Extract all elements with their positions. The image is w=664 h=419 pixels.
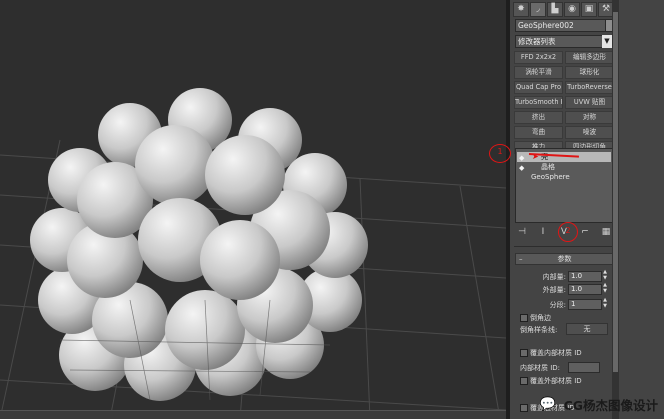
create-tab[interactable]: ✸ — [513, 2, 529, 17]
override-outer-mat-label: 覆盖外部材质 ID — [530, 377, 582, 385]
chevron-down-icon[interactable]: ▼ — [602, 35, 612, 48]
modifier-button[interactable]: 编辑多边形 — [565, 51, 614, 64]
modifier-list-dropdown[interactable]: 修改器列表 — [515, 35, 614, 48]
segments-field[interactable]: 1 — [568, 299, 602, 310]
modifier-button[interactable]: TurboReverse — [565, 81, 614, 94]
modifier-button[interactable]: UVW 贴图 — [565, 96, 614, 109]
watermark: 💬 CG杨杰图像设计 — [540, 395, 658, 414]
rollout-title: 参数 — [557, 255, 572, 263]
bevel-edges-checkbox[interactable] — [520, 314, 528, 322]
object-name-field[interactable]: GeoSphere002 — [515, 19, 607, 32]
annotation-number-1: 1 — [497, 147, 503, 156]
modify-tab[interactable]: ◞ — [530, 2, 546, 17]
modifier-button[interactable]: TurboSmooth Pro — [514, 96, 563, 109]
pin-stack-icon[interactable]: ⊣ — [516, 226, 528, 238]
modifier-button[interactable]: 涡轮平滑 — [514, 66, 563, 79]
annotation-number-2: 2 — [565, 226, 571, 235]
command-panel-tabs: ✸ ◞ ▙ ◉ ▣ ⚒ — [513, 2, 614, 17]
modifier-button[interactable]: FFD 2x2x2 — [514, 51, 563, 64]
geosphere-cluster — [30, 88, 368, 401]
annotation-circle-1: 1 — [489, 144, 511, 163]
modifier-button[interactable]: 对称 — [565, 111, 614, 124]
inner-amount-spinner[interactable]: ▲ ▼ — [602, 269, 608, 281]
watermark-text: CG杨杰图像设计 — [563, 398, 658, 413]
modifier-button[interactable]: 噪波 — [565, 126, 614, 139]
wechat-icon: 💬 — [539, 397, 556, 412]
stack-item-lattice[interactable]: ◆ 晶格 — [517, 162, 611, 172]
bevel-spline-label: 倒角样条线: — [520, 326, 558, 334]
hierarchy-tab[interactable]: ▙ — [547, 2, 563, 17]
modifier-button[interactable]: 弯曲 — [514, 126, 563, 139]
outer-amount-label: 外部量: — [542, 286, 566, 294]
segments-spinner[interactable]: ▲ ▼ — [602, 297, 608, 309]
inner-mat-id-label: 内部材质 ID: — [520, 364, 561, 372]
override-edge-mat-checkbox[interactable] — [520, 404, 528, 412]
override-inner-mat-checkbox[interactable] — [520, 349, 528, 357]
parameters-rollout-header[interactable]: – 参数 — [515, 253, 614, 265]
inner-amount-label: 内部量: — [542, 273, 566, 281]
annotation-circle-2: 2 — [558, 222, 578, 242]
viewport-bottom-bar — [0, 410, 506, 419]
bevel-spline-button[interactable]: 无 — [566, 323, 608, 335]
override-outer-mat-checkbox[interactable] — [520, 377, 528, 385]
motion-icon: ◉ — [568, 4, 576, 14]
viewport-scene — [0, 88, 506, 419]
inner-mat-id-field[interactable] — [568, 362, 600, 373]
modifier-button[interactable]: 球形化 — [565, 66, 614, 79]
inner-amount-field[interactable]: 1.0 — [568, 271, 602, 282]
remove-modifier-icon[interactable]: ⌐ — [579, 226, 591, 238]
outer-amount-field[interactable]: 1.0 — [568, 284, 602, 295]
stack-item-geosphere[interactable]: GeoSphere — [517, 172, 611, 182]
hierarchy-icon: ▙ — [551, 4, 559, 14]
show-end-result-icon[interactable]: I — [537, 226, 549, 238]
modifier-button-grid: FFD 2x2x2 编辑多边形 涡轮平滑 球形化 Quad Cap Pro Tu… — [514, 51, 614, 154]
modify-icon: ◞ — [536, 4, 540, 14]
stack-item-label: GeoSphere — [531, 173, 570, 181]
segments-label: 分段: — [549, 301, 566, 309]
panel-scrollbar[interactable] — [612, 0, 619, 419]
stack-item-label: 晶格 — [541, 163, 555, 171]
modifier-button[interactable]: Quad Cap Pro — [514, 81, 563, 94]
create-icon: ✸ — [517, 4, 525, 14]
modifier-stack: ◆ 壳 ◆ 晶格 GeoSphere ➤ — [515, 148, 613, 223]
utilities-icon: ⚒ — [601, 4, 611, 14]
modifier-button[interactable]: 挤出 — [514, 111, 563, 124]
scrollbar-thumb[interactable] — [613, 12, 618, 372]
display-tab[interactable]: ▣ — [581, 2, 597, 17]
panel-divider — [514, 246, 614, 247]
outer-amount-spinner[interactable]: ▲ ▼ — [602, 282, 608, 294]
command-panel: ✸ ◞ ▙ ◉ ▣ ⚒ GeoSphere002 修改器列表 ▼ FFD 2x2… — [510, 0, 664, 419]
bevel-edges-label: 倒角边 — [530, 314, 551, 322]
override-inner-mat-label: 覆盖内部材质 ID — [530, 349, 582, 357]
display-icon: ▣ — [584, 4, 594, 14]
motion-tab[interactable]: ◉ — [564, 2, 580, 17]
perspective-viewport[interactable] — [0, 0, 506, 419]
configure-sets-icon[interactable]: ▦ — [600, 226, 612, 238]
